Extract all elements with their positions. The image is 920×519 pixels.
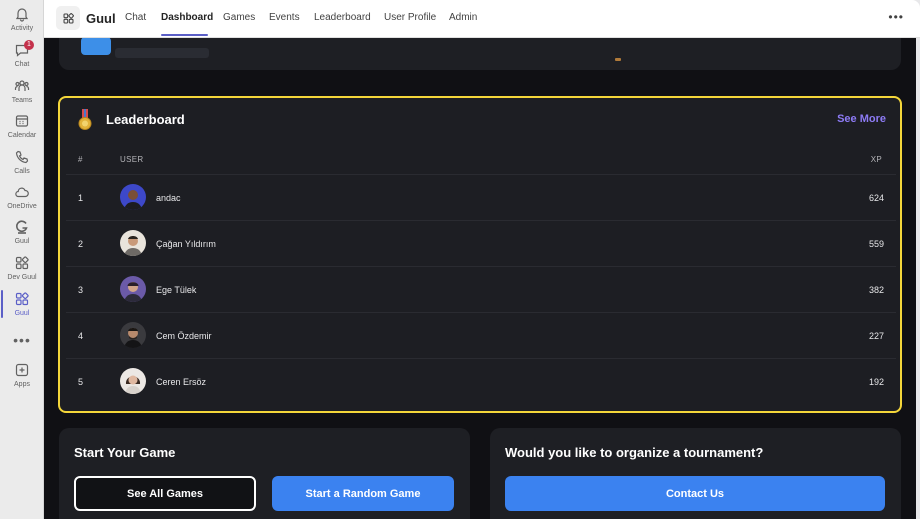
medal-icon	[78, 109, 92, 130]
phone-icon	[15, 150, 29, 164]
table-row[interactable]: 3 Ege Tülek 382	[66, 266, 896, 312]
rail-item-label: Dev Guul	[7, 274, 37, 281]
tab-admin[interactable]: Admin	[449, 12, 477, 23]
avatar	[120, 276, 146, 302]
calendar-icon	[15, 115, 29, 127]
previous-card	[59, 38, 901, 70]
rail-item-calendar[interactable]: Calendar	[0, 113, 44, 147]
see-more-link[interactable]: See More	[837, 113, 886, 125]
tournament-card: Would you like to organize a tournament?…	[490, 428, 901, 519]
avatar	[120, 230, 146, 256]
tab-games[interactable]: Games	[223, 12, 255, 23]
start-game-title: Start Your Game	[74, 445, 176, 460]
app-icon[interactable]	[56, 6, 80, 30]
tab-user-profile[interactable]: User Profile	[384, 12, 436, 23]
tournament-title: Would you like to organize a tournament?	[505, 445, 764, 460]
avatar	[120, 322, 146, 348]
rail-item-activity[interactable]: Activity	[0, 6, 44, 40]
dashboard-content: Leaderboard See More # USER XP 1 andac 6…	[44, 38, 916, 519]
teams-icon	[14, 80, 30, 91]
table-row[interactable]: 2 Çağan Yıldırım 559	[66, 220, 896, 266]
rail-item-chat[interactable]: 1 Chat	[0, 40, 44, 76]
rail-item-label: Calls	[14, 168, 30, 175]
active-tab-indicator	[161, 34, 208, 36]
column-header-user: USER	[120, 155, 144, 164]
table-row[interactable]: 5 Ceren Ersöz 192	[66, 358, 896, 404]
row-rank: 3	[78, 285, 84, 295]
rail-item-label: Chat	[14, 61, 30, 68]
previous-card-mark	[615, 58, 621, 61]
more-options-icon[interactable]: •••	[888, 10, 904, 24]
table-row[interactable]: 4 Cem Özdemir 227	[66, 312, 896, 358]
rail-item-label: Guul	[14, 310, 30, 317]
row-user-name: Ceren Ersöz	[156, 377, 207, 387]
chat-unread-badge: 1	[24, 40, 34, 50]
tab-dashboard[interactable]: Dashboard	[161, 12, 213, 23]
row-user-name: Cem Özdemir	[156, 331, 212, 341]
contact-us-button[interactable]: Contact Us	[505, 476, 885, 511]
apps-grid-icon	[63, 12, 74, 23]
row-xp: 382	[868, 285, 884, 295]
leaderboard-card: Leaderboard See More # USER XP 1 andac 6…	[58, 96, 902, 413]
apps-grid-icon	[15, 256, 29, 270]
leaderboard-title: Leaderboard	[106, 112, 185, 127]
rail-item-calls[interactable]: Calls	[0, 149, 44, 183]
row-xp: 227	[868, 331, 884, 341]
rail-item-teams[interactable]: Teams	[0, 78, 44, 112]
rail-item-label: Guul	[14, 238, 30, 245]
row-user-name: andac	[156, 193, 181, 203]
column-header-rank: #	[78, 155, 83, 164]
avatar	[120, 368, 146, 394]
row-rank: 4	[78, 331, 84, 341]
table-row[interactable]: 1 andac 624	[66, 174, 896, 220]
start-game-card: Start Your Game See All Games Start a Ra…	[59, 428, 470, 519]
row-rank: 2	[78, 239, 84, 249]
rail-item-apps[interactable]: Apps	[0, 362, 44, 396]
guul-logo-icon	[16, 220, 28, 234]
rail-item-guul-active[interactable]: Guul	[0, 291, 44, 325]
apps-grid-icon	[15, 292, 29, 306]
add-app-icon	[15, 363, 29, 377]
tab-leaderboard[interactable]: Leaderboard	[314, 12, 371, 23]
column-header-xp: XP	[870, 155, 882, 164]
row-xp: 559	[868, 239, 884, 249]
bell-icon	[15, 8, 29, 22]
row-xp: 624	[868, 193, 884, 203]
row-user-name: Çağan Yıldırım	[156, 239, 216, 249]
rail-item-label: Calendar	[7, 132, 37, 139]
rail-item-label: Teams	[11, 97, 33, 104]
rail-item-label: Activity	[10, 25, 34, 32]
rail-item-onedrive[interactable]: OneDrive	[0, 184, 44, 218]
rail-more-icon[interactable]: •••	[0, 332, 44, 348]
row-xp: 192	[868, 377, 884, 387]
previous-card-thumbnail	[81, 38, 111, 55]
see-all-games-button[interactable]: See All Games	[74, 476, 256, 511]
cloud-icon	[15, 187, 29, 198]
row-rank: 1	[78, 193, 84, 203]
tab-chat[interactable]: Chat	[125, 12, 146, 23]
start-random-game-button[interactable]: Start a Random Game	[272, 476, 454, 511]
rail-item-guul[interactable]: Guul	[0, 219, 44, 253]
row-rank: 5	[78, 377, 84, 387]
rail-item-label: Apps	[14, 381, 30, 388]
app-header: Guul Chat Dashboard Games Events Leaderb…	[44, 0, 920, 38]
row-user-name: Ege Tülek	[156, 285, 197, 295]
previous-card-bar	[115, 48, 209, 58]
rail-item-dev-guul[interactable]: Dev Guul	[0, 255, 44, 289]
app-rail: Activity 1 Chat Teams Calendar Calls One…	[0, 0, 44, 519]
tab-events[interactable]: Events	[269, 12, 300, 23]
app-name: Guul	[86, 11, 116, 26]
rail-item-label: OneDrive	[7, 203, 37, 210]
avatar	[120, 184, 146, 210]
